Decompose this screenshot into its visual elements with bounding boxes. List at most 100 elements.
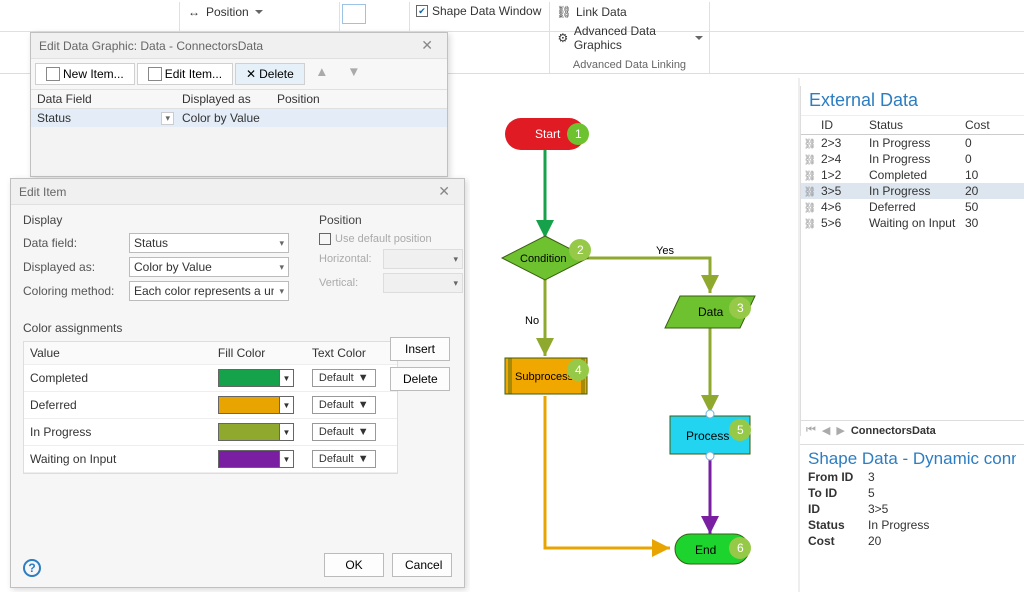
checkbox-icon (319, 233, 331, 245)
drawing-canvas[interactable]: Start 1 Condition 2 Yes No Data 3 Subpro… (470, 78, 800, 592)
text-color-dropdown[interactable]: Default ▼ (312, 369, 376, 387)
external-data-row[interactable]: 2>3In Progress0 (801, 135, 1024, 151)
external-data-row[interactable]: 1>2Completed10 (801, 167, 1024, 183)
close-button[interactable]: ✕ (415, 36, 439, 55)
advanced-data-graphics-dropdown[interactable]: ⚙ Advanced Data Graphics (550, 22, 709, 54)
checkbox-on-icon (416, 5, 428, 17)
data-graphic-icon[interactable] (342, 4, 366, 24)
dialog-title: Edit Item (19, 185, 66, 199)
coloring-method-dropdown[interactable]: Each color represents a unique value▾ (129, 281, 289, 301)
col-datafield: Data Field (37, 92, 182, 106)
horizontal-label: Horizontal: (319, 253, 377, 265)
fill-color-swatch[interactable] (218, 423, 280, 441)
dialog-title: Edit Data Graphic: Data - ConnectorsData (39, 39, 263, 53)
fill-color-swatch[interactable] (218, 396, 280, 414)
tab-prev-icon[interactable]: ◀ (822, 424, 830, 437)
ribbon-group-data: Shape Data Window (410, 2, 550, 31)
link-icon (801, 168, 819, 182)
assignment-value: Waiting on Input (30, 452, 218, 466)
displayed-as-dropdown[interactable]: Color by Value▾ (129, 257, 289, 277)
gear-icon: ⚙ (556, 30, 570, 46)
fill-color-dropdown[interactable]: ▼ (280, 423, 294, 441)
external-data-row[interactable]: 2>4In Progress0 (801, 151, 1024, 167)
text-color-dropdown[interactable]: Default ▼ (312, 423, 376, 441)
coloring-method-label: Coloring method: (23, 284, 123, 298)
tab-next-icon[interactable]: ▶ (836, 424, 844, 437)
delete-icon: ✕ (246, 67, 256, 81)
svg-text:5: 5 (737, 423, 744, 437)
grid-header: Data Field Displayed as Position (31, 89, 447, 109)
link-data-button[interactable]: ⛓ Link Data (550, 2, 709, 22)
close-button[interactable]: ✕ (432, 182, 456, 201)
fill-color-dropdown[interactable]: ▼ (280, 369, 294, 387)
dialog-toolbar: New Item... Edit Item... ✕ Delete ▲ ▼ (31, 59, 447, 89)
fill-color-dropdown[interactable]: ▼ (280, 450, 294, 468)
link-icon: ⛓ (556, 4, 572, 20)
shape-data-window-checkbox[interactable]: Shape Data Window (410, 2, 549, 20)
text-color-dropdown[interactable]: Default ▼ (312, 450, 376, 468)
ribbon-group-link: ⛓ Link Data ⚙ Advanced Data Graphics (550, 2, 710, 31)
col-text: Text Color (312, 346, 391, 360)
external-data-header: ID Status Cost (801, 115, 1024, 135)
link-icon (801, 200, 819, 214)
data-field-dropdown[interactable]: Status▾ (129, 233, 289, 253)
col-position: Position (277, 92, 320, 106)
ribbon-group-show (340, 2, 410, 31)
flowchart-svg: Start 1 Condition 2 Yes No Data 3 Subpro… (470, 78, 810, 588)
shape-data-row: Cost20 (808, 533, 1016, 549)
assignment-row[interactable]: Waiting on Input ▼ Default ▼ (24, 446, 397, 473)
ribbon-bar: ↔ Position Shape Data Window ⛓ Link Data… (0, 0, 1024, 32)
help-icon[interactable]: ? (23, 559, 41, 577)
svg-text:Start: Start (535, 127, 561, 141)
position-section-title: Position (319, 213, 469, 227)
svg-text:3: 3 (737, 301, 744, 315)
ok-button[interactable]: OK (324, 553, 384, 577)
fill-color-swatch[interactable] (218, 369, 280, 387)
delete-button[interactable]: Delete (390, 367, 450, 391)
col-displayedas: Displayed as (182, 92, 277, 106)
text-color-dropdown[interactable]: Default ▼ (312, 396, 376, 414)
horizontal-dropdown: ▾ (383, 249, 463, 269)
tab-label[interactable]: ConnectorsData (851, 425, 936, 437)
insert-button[interactable]: Insert (390, 337, 450, 361)
external-data-row[interactable]: 4>6Deferred50 (801, 199, 1024, 215)
assignment-row[interactable]: Deferred ▼ Default ▼ (24, 392, 397, 419)
fill-color-dropdown[interactable]: ▼ (280, 396, 294, 414)
svg-text:Data: Data (698, 305, 724, 319)
move-up-button[interactable]: ▲ (307, 63, 337, 85)
delete-button[interactable]: ✕ Delete (235, 63, 305, 85)
assignment-value: Deferred (30, 398, 218, 412)
shape-data-row: To ID5 (808, 485, 1016, 501)
cancel-button[interactable]: Cancel (392, 553, 452, 577)
link-icon (801, 136, 819, 150)
svg-text:6: 6 (737, 541, 744, 555)
edit-item-icon (148, 67, 162, 81)
color-assignments-table: Value Fill Color Text Color Completed ▼ … (23, 341, 398, 474)
assignment-row[interactable]: Completed ▼ Default ▼ (24, 365, 397, 392)
use-default-pos-checkbox[interactable]: Use default position (319, 233, 469, 245)
data-field-label: Data field: (23, 236, 123, 250)
col-value: Value (30, 346, 218, 360)
external-data-row[interactable]: 3>5In Progress20 (801, 183, 1024, 199)
edit-item-button[interactable]: Edit Item... (137, 63, 233, 85)
svg-text:Process: Process (686, 429, 729, 443)
assignment-row[interactable]: In Progress ▼ Default ▼ (24, 419, 397, 446)
edit-item-dialog: Edit Item ✕ Display Data field: Status▾ … (10, 178, 465, 588)
link-icon (801, 216, 819, 230)
position-dropdown[interactable]: ↔ Position (180, 2, 339, 22)
grid-row[interactable]: Status▾ Color by Value (31, 109, 447, 127)
chevron-down-icon[interactable]: ▾ (161, 112, 174, 125)
svg-text:Condition: Condition (520, 253, 566, 265)
external-data-tabs: ⏮ ◀ ▶ ConnectorsData (800, 420, 1024, 440)
external-data-row[interactable]: 5>6Waiting on Input30 (801, 215, 1024, 231)
new-item-button[interactable]: New Item... (35, 63, 135, 85)
ribbon-group-label: Advanced Data Linking (573, 59, 686, 71)
cell-field: Status (37, 111, 71, 125)
position-label: Position (206, 5, 249, 19)
move-down-button[interactable]: ▼ (339, 63, 369, 85)
svg-text:2: 2 (577, 243, 584, 257)
tab-first-icon[interactable]: ⏮ (806, 424, 816, 437)
svg-text:4: 4 (575, 363, 582, 377)
external-data-title: External Data (801, 86, 1024, 115)
fill-color-swatch[interactable] (218, 450, 280, 468)
